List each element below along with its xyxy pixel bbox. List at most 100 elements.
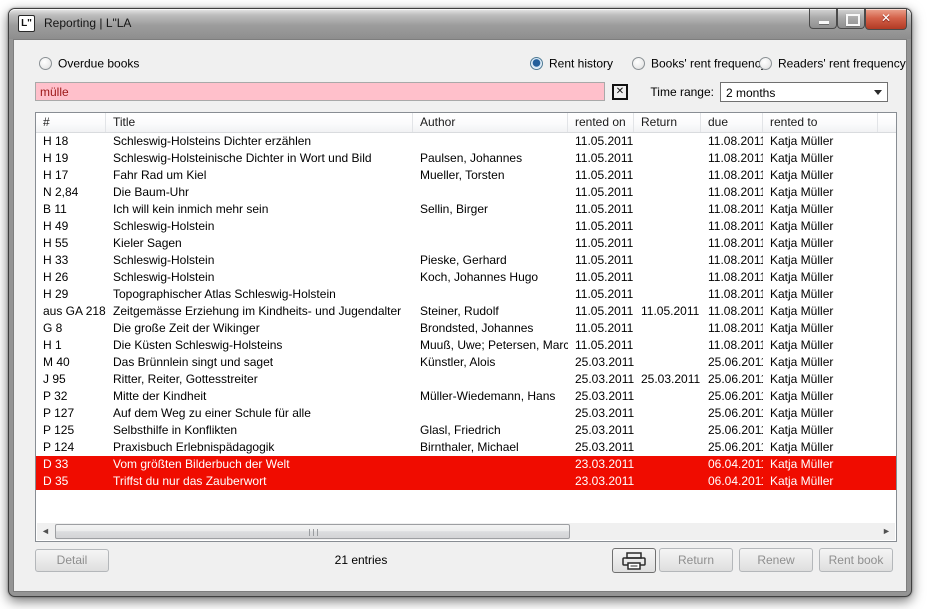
cell-rented-on: 11.05.2011 <box>568 235 634 252</box>
time-range-select[interactable]: 2 months <box>720 82 888 102</box>
table-row[interactable]: H 33Schleswig-HolsteinPieske, Gerhard11.… <box>36 252 896 269</box>
scrollbar-thumb[interactable] <box>55 524 570 539</box>
cell-num: J 95 <box>36 371 106 388</box>
table-row[interactable]: H 1Die Küsten Schleswig-HolsteinsMuuß, U… <box>36 337 896 354</box>
radio-overdue-books[interactable]: Overdue books <box>39 57 139 71</box>
scroll-left-icon[interactable]: ◄ <box>37 523 54 540</box>
cell-filler <box>878 184 896 201</box>
cell-rented-to: Katja Müller <box>763 252 878 269</box>
cell-author <box>413 405 568 422</box>
cell-return <box>634 388 701 405</box>
cell-rented-to: Katja Müller <box>763 201 878 218</box>
time-range-label: Time range: <box>594 85 714 99</box>
radio-readers-rent-frequency[interactable]: Readers' rent frequency <box>759 57 906 71</box>
cell-rented-to: Katja Müller <box>763 133 878 150</box>
column-header-num[interactable]: # <box>36 113 106 132</box>
table-row[interactable]: aus GA 218Zeitgemässe Erziehung im Kindh… <box>36 303 896 320</box>
maximize-button[interactable] <box>837 9 865 29</box>
table-row[interactable]: P 124Praxisbuch ErlebnispädagogikBirntha… <box>36 439 896 456</box>
cell-num: H 18 <box>36 133 106 150</box>
radio-selected-icon <box>530 57 543 70</box>
cell-num: H 33 <box>36 252 106 269</box>
column-header-title[interactable]: Title <box>106 113 413 132</box>
column-header-rented-on[interactable]: rented on <box>568 113 634 132</box>
cell-author: Sellin, Birger <box>413 201 568 218</box>
cell-title: Schleswig-Holstein <box>106 218 413 235</box>
cell-author <box>413 456 568 473</box>
close-button[interactable]: ✕ <box>865 9 907 30</box>
column-header-return[interactable]: Return <box>634 113 701 132</box>
minimize-button[interactable] <box>809 9 837 29</box>
search-input[interactable]: mülle <box>35 82 605 101</box>
cell-filler <box>878 269 896 286</box>
radio-books-rent-frequency[interactable]: Books' rent frequency <box>632 57 767 71</box>
cell-title: Mitte der Kindheit <box>106 388 413 405</box>
entries-count: 21 entries <box>261 553 461 567</box>
cell-due: 11.08.2011 <box>701 133 763 150</box>
cell-title: Schleswig-Holsteins Dichter erzählen <box>106 133 413 150</box>
column-header-due[interactable]: due <box>701 113 763 132</box>
table-row[interactable]: J 95Ritter, Reiter, Gottesstreiter25.03.… <box>36 371 896 388</box>
table-row[interactable]: H 55Kieler Sagen11.05.201111.08.2011Katj… <box>36 235 896 252</box>
cell-return <box>634 235 701 252</box>
renew-button[interactable]: Renew <box>739 548 813 572</box>
cell-return <box>634 252 701 269</box>
table-row[interactable]: H 17Fahr Rad um KielMueller, Torsten11.0… <box>36 167 896 184</box>
detail-button[interactable]: Detail <box>35 549 109 572</box>
table-header: #TitleAuthorrented onReturnduerented to <box>36 113 896 133</box>
table-row[interactable]: P 32Mitte der KindheitMüller-Wiedemann, … <box>36 388 896 405</box>
cell-due: 11.08.2011 <box>701 286 763 303</box>
cell-title: Schleswig-Holstein <box>106 252 413 269</box>
cell-rented-to: Katja Müller <box>763 320 878 337</box>
minimize-icon <box>819 21 829 24</box>
table-row[interactable]: B 11Ich will kein inmich mehr seinSellin… <box>36 201 896 218</box>
cell-title: Die große Zeit der Wikinger <box>106 320 413 337</box>
cell-title: Selbsthilfe in Konflikten <box>106 422 413 439</box>
cell-title: Die Küsten Schleswig-Holsteins <box>106 337 413 354</box>
cell-filler <box>878 354 896 371</box>
table-row[interactable]: H 49Schleswig-Holstein11.05.201111.08.20… <box>36 218 896 235</box>
rent-book-button[interactable]: Rent book <box>819 548 893 572</box>
cell-due: 11.08.2011 <box>701 167 763 184</box>
table-row[interactable]: H 18Schleswig-Holsteins Dichter erzählen… <box>36 133 896 150</box>
horizontal-scrollbar[interactable]: ◄ ► <box>37 523 895 540</box>
column-header-author[interactable]: Author <box>413 113 568 132</box>
cell-author <box>413 371 568 388</box>
cell-due: 11.08.2011 <box>701 252 763 269</box>
table-row[interactable]: N 2,84Die Baum-Uhr11.05.201111.08.2011Ka… <box>36 184 896 201</box>
cell-due: 11.08.2011 <box>701 201 763 218</box>
cell-due: 11.08.2011 <box>701 303 763 320</box>
title-bar[interactable]: L" Reporting | L"LA ✕ <box>9 9 911 39</box>
radio-books-freq-label: Books' rent frequency <box>651 56 767 70</box>
table-row[interactable]: H 19Schleswig-Holsteinische Dichter in W… <box>36 150 896 167</box>
cell-filler <box>878 303 896 320</box>
results-table: #TitleAuthorrented onReturnduerented to … <box>35 112 897 542</box>
table-row[interactable]: P 127Auf dem Weg zu einer Schule für all… <box>36 405 896 422</box>
table-row[interactable]: H 26Schleswig-HolsteinKoch, Johannes Hug… <box>36 269 896 286</box>
cell-author: Paulsen, Johannes <box>413 150 568 167</box>
table-row[interactable]: H 29Topographischer Atlas Schleswig-Hols… <box>36 286 896 303</box>
print-button[interactable] <box>612 548 656 573</box>
return-button[interactable]: Return <box>659 548 733 572</box>
cell-return <box>634 218 701 235</box>
table-row-overdue[interactable]: D 33Vom größten Bilderbuch der Welt23.03… <box>36 456 896 473</box>
cell-rented-to: Katja Müller <box>763 150 878 167</box>
cell-rented-to: Katja Müller <box>763 337 878 354</box>
cell-author: Glasl, Friedrich <box>413 422 568 439</box>
cell-title: Kieler Sagen <box>106 235 413 252</box>
table-row[interactable]: G 8Die große Zeit der WikingerBrondsted,… <box>36 320 896 337</box>
scroll-right-icon[interactable]: ► <box>878 523 895 540</box>
cell-filler <box>878 218 896 235</box>
cell-rented-to: Katja Müller <box>763 456 878 473</box>
table-row-overdue[interactable]: D 35Triffst du nur das Zauberwort23.03.2… <box>36 473 896 490</box>
cell-due: 06.04.2011 <box>701 473 763 490</box>
cell-rented-to: Katja Müller <box>763 422 878 439</box>
column-header-filler <box>878 113 896 132</box>
cell-num: M 40 <box>36 354 106 371</box>
column-header-rented-to[interactable]: rented to <box>763 113 878 132</box>
table-row[interactable]: M 40Das Brünnlein singt und sagetKünstle… <box>36 354 896 371</box>
cell-title: Das Brünnlein singt und saget <box>106 354 413 371</box>
table-row[interactable]: P 125Selbsthilfe in KonfliktenGlasl, Fri… <box>36 422 896 439</box>
cell-num: G 8 <box>36 320 106 337</box>
radio-rent-history[interactable]: Rent history <box>530 57 613 71</box>
